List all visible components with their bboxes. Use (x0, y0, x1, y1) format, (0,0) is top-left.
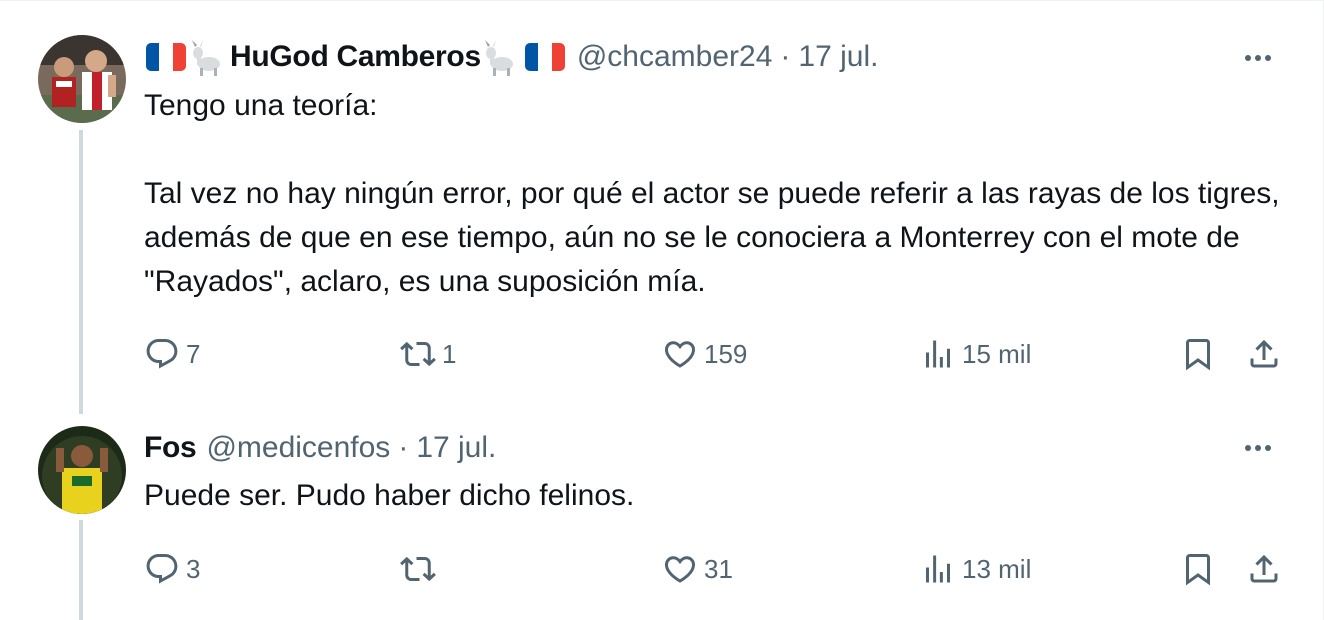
avatar[interactable] (38, 35, 126, 123)
more-dot-icon (1255, 55, 1261, 61)
more-dot-icon (1265, 55, 1271, 61)
tweet-header: HuGod Camberos @chcamber24 · 17 jul. (144, 37, 878, 77)
flag-france-icon (146, 43, 186, 71)
heart-icon (664, 341, 696, 368)
share-button[interactable] (1246, 329, 1282, 379)
reply-icon (146, 554, 178, 584)
more-dot-icon (1265, 445, 1271, 451)
tweet-paragraph: Tal vez no hay ningún error, por qué el … (144, 177, 1280, 298)
views-button[interactable]: 13 mil (920, 544, 1031, 594)
reply-button[interactable]: 7 (144, 329, 200, 379)
like-count: 31 (704, 553, 733, 584)
bookmark-button[interactable] (1180, 544, 1216, 594)
author-handle[interactable]: @chcamber24 (577, 40, 773, 74)
repost-button[interactable]: 1 (400, 329, 456, 379)
more-dot-icon (1245, 445, 1251, 451)
tweet-text: Tengo una teoría: Tal vez no hay ningún … (144, 84, 1284, 304)
more-options-button[interactable] (1238, 38, 1278, 78)
reply-button[interactable]: 3 (144, 544, 200, 594)
like-button[interactable]: 159 (662, 329, 747, 379)
repost-button[interactable] (400, 544, 442, 594)
separator-dot: · (398, 431, 409, 464)
share-icon (1250, 339, 1278, 368)
goat-icon (484, 40, 513, 76)
bookmark-button[interactable] (1180, 329, 1216, 379)
tweet-1[interactable]: HuGod Camberos @chcamber24 · 17 jul. Ten… (0, 0, 1324, 414)
repost-icon (400, 556, 436, 582)
analytics-icon (926, 555, 950, 583)
action-bar: 3 31 13 mil (0, 544, 1324, 594)
like-button[interactable]: 31 (662, 544, 733, 594)
view-count: 13 mil (962, 553, 1032, 584)
view-count: 15 mil (962, 338, 1032, 369)
reply-icon (146, 339, 178, 369)
tweet-2[interactable]: Fos @medicenfos · 17 jul. Puede ser. Pud… (0, 414, 1324, 620)
separator-dot: · (780, 40, 791, 73)
author-name[interactable]: Fos (144, 431, 197, 465)
avatar[interactable] (38, 426, 126, 514)
share-button[interactable] (1246, 544, 1282, 594)
tweet-paragraph: Tengo una teoría: (144, 89, 378, 122)
more-dot-icon (1245, 55, 1251, 61)
repost-icon (400, 341, 436, 367)
tweet-text: Puede ser. Pudo haber dicho felinos. (144, 474, 1284, 518)
avatar-image (38, 426, 126, 514)
views-button[interactable]: 15 mil (920, 329, 1031, 379)
author-handle[interactable]: @medicenfos (206, 431, 390, 465)
reply-count: 7 (186, 338, 201, 369)
tweet-header: Fos @medicenfos · 17 jul. (144, 428, 496, 468)
bookmark-icon (1186, 339, 1210, 371)
bookmark-icon (1186, 554, 1210, 586)
heart-icon (664, 556, 696, 583)
more-options-button[interactable] (1238, 428, 1278, 468)
flag-france-icon (524, 43, 565, 71)
more-dot-icon (1255, 445, 1261, 451)
action-bar: 7 1 159 15 mil (0, 329, 1324, 379)
repost-count: 1 (442, 338, 457, 369)
goat-icon (192, 40, 220, 76)
share-icon (1250, 554, 1278, 583)
tweet-date[interactable]: 17 jul. (416, 431, 496, 465)
author-name[interactable]: HuGod Camberos (230, 40, 481, 74)
tweet-date[interactable]: 17 jul. (798, 40, 878, 74)
reply-count: 3 (186, 553, 201, 584)
like-count: 159 (704, 338, 748, 369)
tweet-paragraph: Puede ser. Pudo haber dicho felinos. (144, 479, 635, 512)
avatar-image (38, 35, 126, 123)
analytics-icon (926, 340, 950, 368)
